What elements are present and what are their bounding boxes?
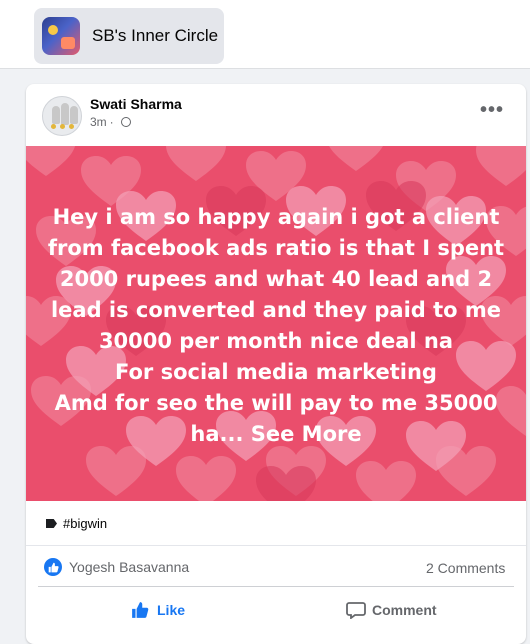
more-options-icon[interactable]: ••• — [476, 98, 508, 122]
globe-icon — [120, 117, 131, 127]
comment-button-label: Comment — [372, 602, 437, 618]
tag-label[interactable]: #bigwin — [63, 516, 107, 531]
post-author[interactable]: Swati Sharma — [90, 96, 182, 112]
post-text-line: 30000 per month nice deal na — [98, 329, 454, 353]
see-more-link[interactable]: See More — [251, 422, 362, 446]
post-meta: 3m · — [90, 115, 131, 129]
comments-count[interactable]: 2 Comments — [426, 560, 505, 576]
reactions-summary[interactable]: Yogesh Basavanna — [44, 558, 189, 576]
post-text-line: Amd for seo the will pay to me 35000 — [54, 391, 498, 415]
group-thumbnail — [42, 17, 80, 55]
post-text-line: For social media marketing — [115, 360, 437, 384]
group-shortcut[interactable]: SB's Inner Circle — [34, 8, 224, 64]
reactor-name[interactable]: Yogesh Basavanna — [69, 559, 189, 575]
group-header-bar: SB's Inner Circle — [0, 0, 530, 69]
comment-icon — [346, 602, 366, 619]
like-button[interactable]: Like — [130, 595, 185, 625]
like-button-label: Like — [157, 602, 186, 618]
post-text-last-line: ha... — [190, 422, 244, 446]
post-time[interactable]: 3m — [90, 115, 107, 129]
thumbs-up-icon — [132, 602, 149, 618]
group-name: SB's Inner Circle — [92, 26, 219, 45]
post-text-line: lead is converted and they paid to me — [50, 298, 502, 322]
post-text-line: Hey i am so happy again i got a client — [52, 205, 500, 229]
divider — [38, 586, 514, 587]
post-tag[interactable]: #bigwin — [46, 516, 107, 531]
post-card: Swati Sharma 3m · ••• Hey i am so happy … — [26, 84, 526, 644]
comment-button[interactable]: Comment — [346, 595, 437, 625]
avatar[interactable] — [42, 96, 82, 136]
post-text-line: from facebook ads ratio is that I spent — [47, 236, 505, 260]
tag-icon — [46, 519, 57, 528]
post-text: Hey i am so happy again i got a client f… — [44, 202, 508, 450]
like-reaction-icon — [44, 558, 62, 576]
post-text-line: 2000 rupees and what 40 lead and 2 — [59, 267, 493, 291]
divider — [26, 545, 526, 546]
post-background-banner: Hey i am so happy again i got a client f… — [26, 146, 526, 501]
